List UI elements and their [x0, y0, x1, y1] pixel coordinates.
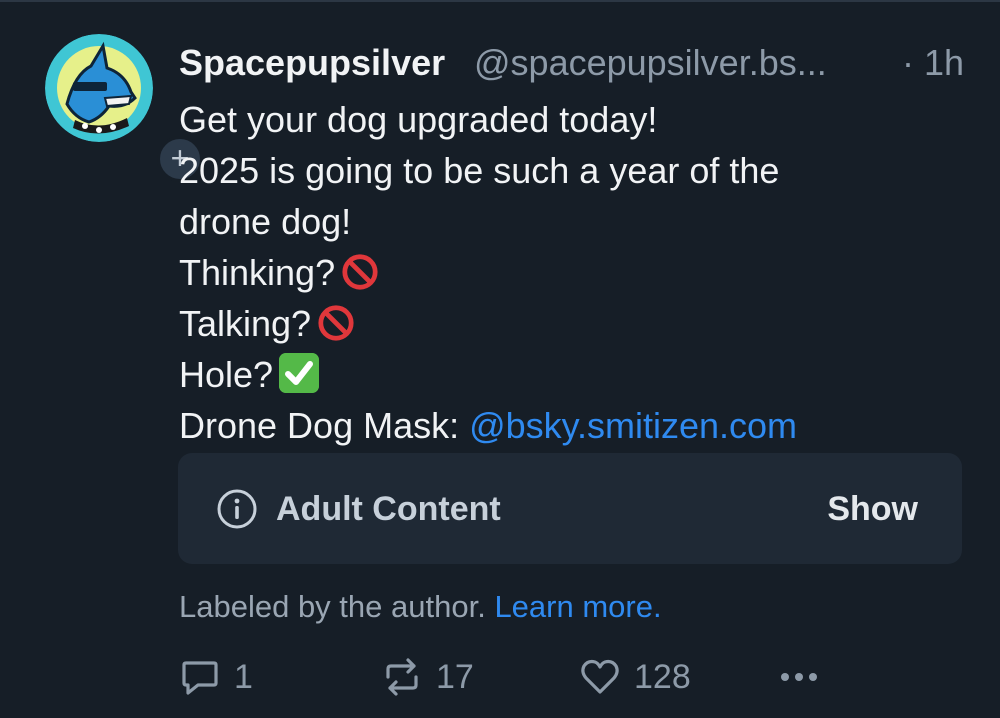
post-line-4: Thinking? [179, 247, 969, 298]
reply-icon [182, 661, 218, 695]
check-mark-button-icon [279, 353, 320, 393]
post-line-3: drone dog! [179, 201, 352, 242]
avatar[interactable] [45, 34, 153, 142]
content-warning-label: Adult Content [276, 490, 501, 528]
avatar-area: + [45, 34, 203, 182]
more-dots-icon [781, 673, 817, 681]
avatar-image [45, 34, 153, 142]
post-line-6: Hole? [179, 349, 969, 400]
post-line-1: Get your dog upgraded today! [179, 99, 658, 140]
repost-button[interactable]: 17 [380, 652, 474, 702]
prohibited-icon [342, 254, 378, 290]
mention-link[interactable]: @bsky.smitizen.com [469, 405, 797, 446]
post-line-6-text: Hole? [179, 354, 274, 395]
post-line-7: Drone Dog Mask: @bsky.smitizen.com [179, 400, 969, 451]
post-actions: 1 17 128 [178, 652, 958, 702]
label-note-text: Labeled by the author. [179, 589, 486, 624]
post-text: Get your dog upgraded today! 2025 is goi… [179, 94, 969, 451]
author-handle[interactable]: @spacepupsilver.bs... [474, 40, 874, 86]
like-count: 128 [634, 657, 691, 696]
post-timestamp[interactable]: · 1h [902, 40, 964, 86]
reply-count: 1 [234, 657, 253, 696]
mask-credit-label: Drone Dog Mask: [179, 405, 470, 446]
show-content-button[interactable]: Show [827, 486, 918, 532]
like-button[interactable]: 128 [578, 652, 691, 702]
prohibited-icon [318, 305, 354, 341]
author-display-name[interactable]: Spacepupsilver [179, 40, 445, 86]
repost-icon [386, 658, 418, 696]
more-options-button[interactable] [776, 652, 822, 702]
adult-content-warning[interactable]: Adult Content Show [178, 453, 962, 564]
post-line-4-text: Thinking? [179, 252, 336, 293]
repost-count: 17 [436, 657, 474, 696]
heart-icon [581, 659, 619, 694]
label-note: Labeled by the author. Learn more. [179, 586, 662, 628]
top-divider [0, 0, 1000, 2]
learn-more-link[interactable]: Learn more. [494, 589, 661, 624]
reply-button[interactable]: 1 [178, 652, 253, 702]
post-header: Spacepupsilver @spacepupsilver.bs... · 1… [179, 40, 964, 86]
post-line-5-text: Talking? [179, 303, 312, 344]
post-line-2: 2025 is going to be such a year of the [179, 150, 780, 191]
post-line-5: Talking? [179, 298, 969, 349]
info-icon [217, 489, 257, 529]
